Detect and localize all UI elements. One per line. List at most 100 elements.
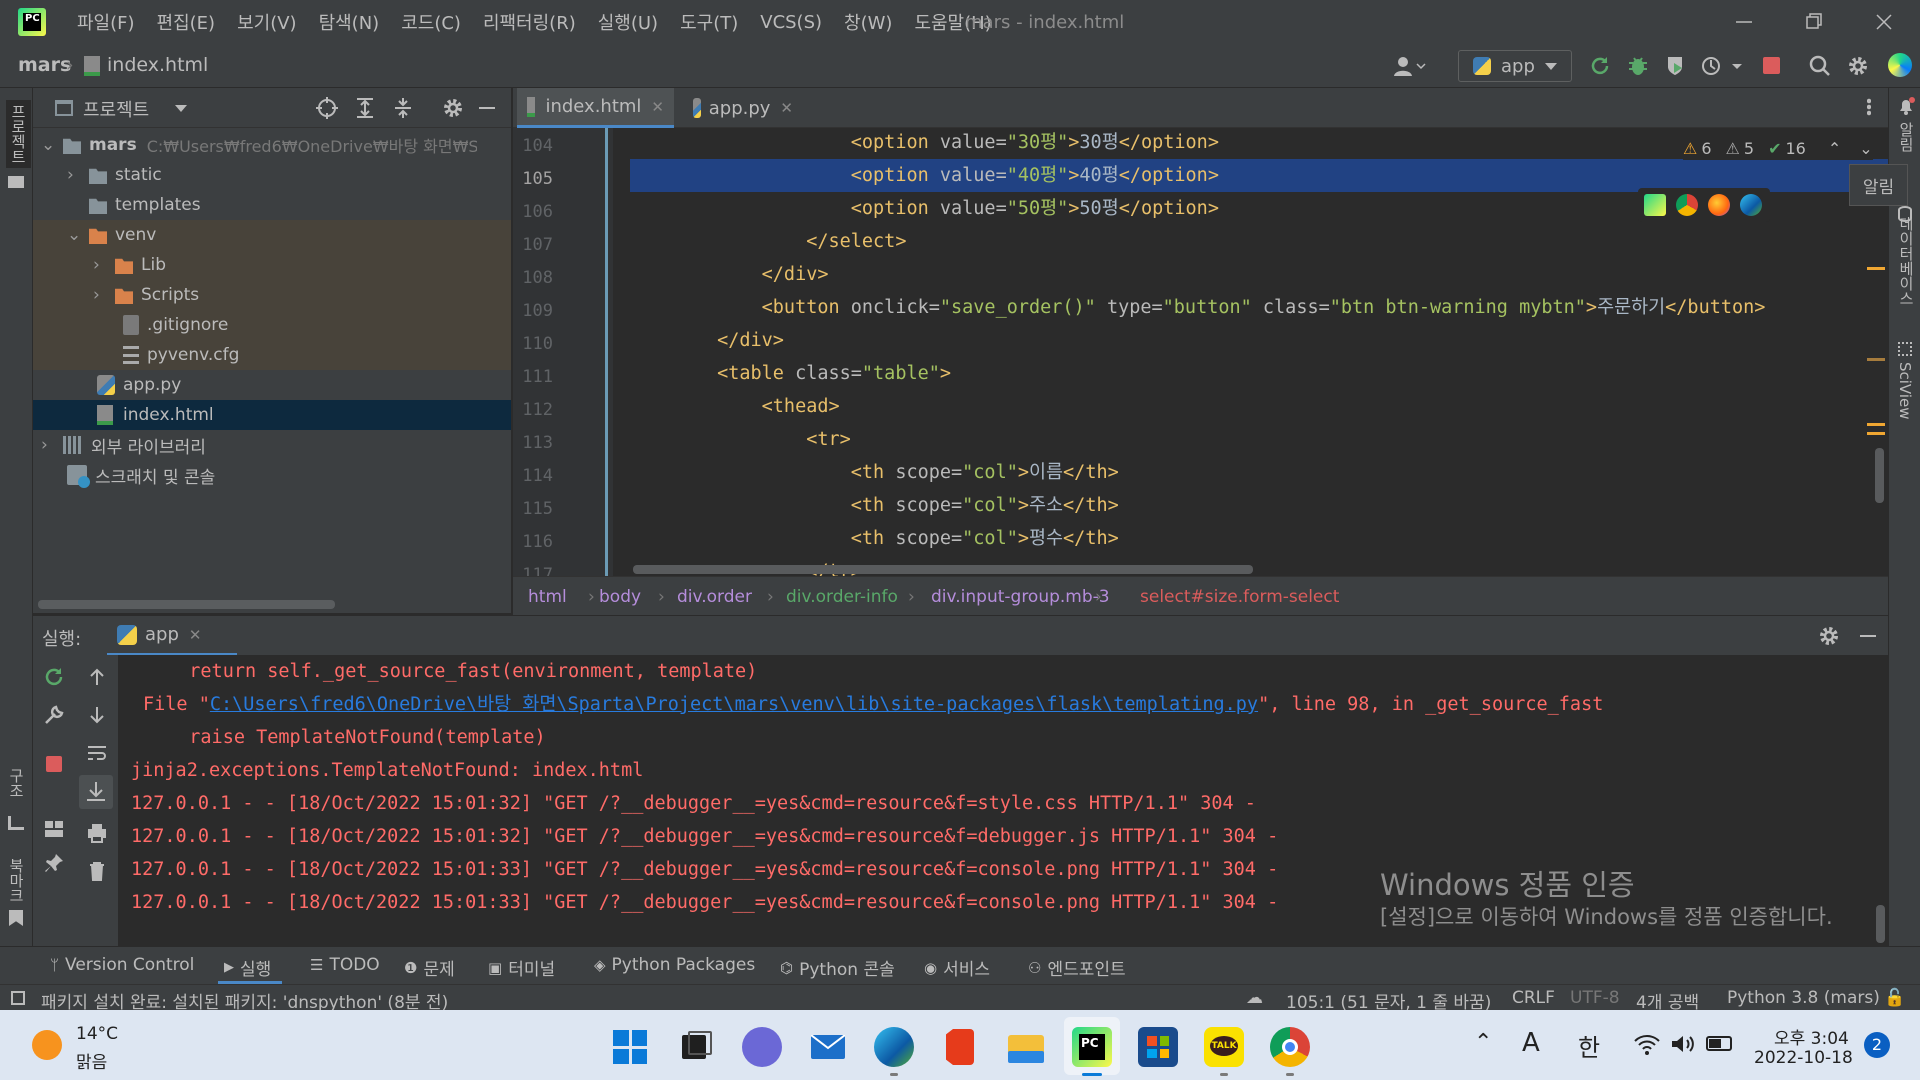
firefox-icon[interactable]	[1708, 194, 1730, 216]
line-separator[interactable]: CRLF	[1512, 988, 1555, 1008]
close-icon[interactable]: ✕	[651, 98, 664, 116]
close-icon[interactable]	[1872, 10, 1896, 34]
chevron-down-icon[interactable]	[175, 105, 187, 112]
breadcrumb-html[interactable]: html	[528, 587, 567, 607]
notifications-tool-button[interactable]: 알림	[1896, 122, 1917, 152]
pin-icon[interactable]	[42, 851, 66, 875]
coverage-icon[interactable]	[1664, 54, 1688, 78]
collapse-all-icon[interactable]	[391, 96, 415, 120]
restore-icon[interactable]	[1802, 10, 1826, 34]
tool-tab-run[interactable]: ▶ 실행	[224, 955, 271, 980]
breadcrumb-div-order-info[interactable]: div.order-info	[786, 587, 898, 607]
menu-run[interactable]: 실행(U)	[587, 9, 669, 35]
office-icon[interactable]	[940, 1027, 980, 1067]
tool-tab-problems[interactable]: ❶ 문제	[404, 955, 455, 981]
console-file-link[interactable]: C:\Users\fred6\OneDrive\바탕 화면\Sparta\Pro…	[210, 694, 1258, 715]
breadcrumb-div-input-group[interactable]: div.input-group.mb-3	[931, 587, 1110, 607]
lock-icon[interactable]: 🔓	[1884, 988, 1905, 1008]
chat-icon[interactable]	[742, 1027, 782, 1067]
pycharm-browser-icon[interactable]	[1644, 194, 1666, 216]
bookmarks-tool-button[interactable]: 북마크	[6, 858, 27, 903]
user-icon[interactable]	[1392, 54, 1426, 78]
pycharm-logo-icon[interactable]: PC	[18, 8, 46, 36]
project-tool-button[interactable]: 프로젝트	[6, 100, 31, 168]
settings-icon[interactable]	[1846, 54, 1870, 78]
breadcrumb-body[interactable]: body	[599, 587, 641, 607]
edge-icon[interactable]	[874, 1027, 914, 1067]
tree-item-static[interactable]: › static	[33, 160, 511, 190]
menu-navigate[interactable]: 탐색(N)	[308, 9, 391, 35]
edge-icon[interactable]	[1740, 194, 1762, 216]
file-explorer-icon[interactable]	[1006, 1027, 1046, 1067]
arrow-down-icon[interactable]	[85, 703, 109, 727]
stop-icon[interactable]	[1763, 57, 1780, 74]
tree-item-index-html[interactable]: index.html	[33, 400, 511, 430]
tree-root-mars[interactable]: ⌄ mars C:₩Users₩fred6₩OneDrive₩바탕 화면₩Spa…	[33, 130, 511, 160]
console-vscrollbar[interactable]	[1876, 905, 1885, 943]
chrome-icon[interactable]	[1676, 194, 1698, 216]
clock-time[interactable]: 오후 3:04	[1774, 1024, 1849, 1049]
menu-code[interactable]: 코드(C)	[390, 9, 472, 35]
tree-item-templates[interactable]: templates	[33, 190, 511, 220]
chevron-down-icon[interactable]: ⌄	[1859, 139, 1872, 158]
gear-icon[interactable]	[1817, 624, 1841, 648]
tree-item-scripts[interactable]: › Scripts	[33, 280, 511, 310]
tree-item-venv[interactable]: ⌄ venv	[33, 220, 511, 250]
chevron-up-icon[interactable]: ⌃	[1474, 1030, 1492, 1055]
chevron-up-icon[interactable]: ⌃	[1828, 139, 1841, 158]
tool-tab-version-control[interactable]: ᛘ Version Control	[50, 955, 194, 975]
store-icon[interactable]	[1138, 1027, 1178, 1067]
more-options-icon[interactable]	[1867, 98, 1871, 116]
sciview-tool-button[interactable]: SciView	[1896, 362, 1914, 420]
minimize-icon[interactable]	[1732, 10, 1756, 34]
tree-item-external-libraries[interactable]: › 외부 라이브러리	[33, 430, 511, 460]
jetbrains-toolbox-icon[interactable]	[1888, 53, 1912, 77]
python-interpreter[interactable]: Python 3.8 (mars)	[1727, 988, 1880, 1008]
code-editor[interactable]: <option value="30평">30평</option> <option…	[613, 128, 1888, 576]
tree-item-app-py[interactable]: app.py	[33, 370, 511, 400]
tool-tab-endpoints[interactable]: ⚇ 엔드포인트	[1028, 955, 1126, 981]
expand-all-icon[interactable]	[353, 96, 377, 120]
nav-file[interactable]: index.html	[107, 54, 208, 76]
status-square-icon[interactable]	[11, 991, 25, 1005]
menu-tools[interactable]: 도구(T)	[669, 9, 749, 35]
nav-project[interactable]: mars	[18, 54, 71, 76]
tree-item-pyvenv[interactable]: pyvenv.cfg	[33, 340, 511, 370]
tool-tab-todo[interactable]: ☰ TODO	[310, 955, 380, 975]
file-encoding[interactable]: UTF-8	[1570, 988, 1620, 1008]
database-tool-button[interactable]: 데이터베이스	[1896, 216, 1917, 306]
editor-vscrollbar[interactable]	[1875, 448, 1884, 503]
mail-icon[interactable]	[808, 1027, 848, 1067]
close-icon[interactable]: ✕	[189, 626, 202, 644]
breadcrumb-select[interactable]: select#size.form-select	[1140, 587, 1339, 607]
ime-mode-han[interactable]: 한	[1578, 1028, 1600, 1063]
layout-icon[interactable]	[42, 817, 66, 841]
editor-hscrollbar[interactable]	[633, 565, 1253, 574]
tool-tab-python-packages[interactable]: ◈ Python Packages	[594, 955, 755, 975]
arrow-up-icon[interactable]	[85, 665, 109, 689]
weather-temp[interactable]: 14°C	[76, 1024, 118, 1044]
scroll-to-end-icon[interactable]	[79, 775, 113, 809]
gear-icon[interactable]	[441, 96, 465, 120]
search-icon[interactable]	[1808, 54, 1832, 78]
soft-wrap-icon[interactable]	[85, 741, 109, 765]
tool-tab-python-console[interactable]: ⌬ Python 콘솔	[780, 955, 895, 981]
debug-icon[interactable]	[1626, 54, 1650, 78]
notification-badge[interactable]: 2	[1864, 1032, 1890, 1058]
trash-icon[interactable]	[85, 859, 109, 883]
tool-tab-terminal[interactable]: ▣ 터미널	[488, 955, 555, 981]
tab-index-html[interactable]: index.html ✕	[517, 88, 674, 128]
wrench-icon[interactable]	[42, 703, 66, 727]
wifi-icon[interactable]	[1634, 1032, 1660, 1056]
menu-window[interactable]: 창(W)	[833, 9, 903, 35]
hide-panel-icon[interactable]	[479, 107, 495, 109]
inspection-widget[interactable]: ⚠ 6 ⚠ 5 ✔ 16 ⌃ ⌄	[1683, 136, 1873, 160]
run-config-select[interactable]: app	[1458, 50, 1572, 82]
start-icon[interactable]	[610, 1027, 650, 1067]
breadcrumb-div-order[interactable]: div.order	[677, 587, 752, 607]
rerun-icon[interactable]	[42, 665, 66, 689]
kakaotalk-icon[interactable]: TALK	[1204, 1027, 1244, 1067]
tree-item-gitignore[interactable]: .gitignore	[33, 310, 511, 340]
battery-icon[interactable]	[1706, 1036, 1732, 1051]
tab-app-py[interactable]: app.py ✕	[683, 88, 803, 128]
